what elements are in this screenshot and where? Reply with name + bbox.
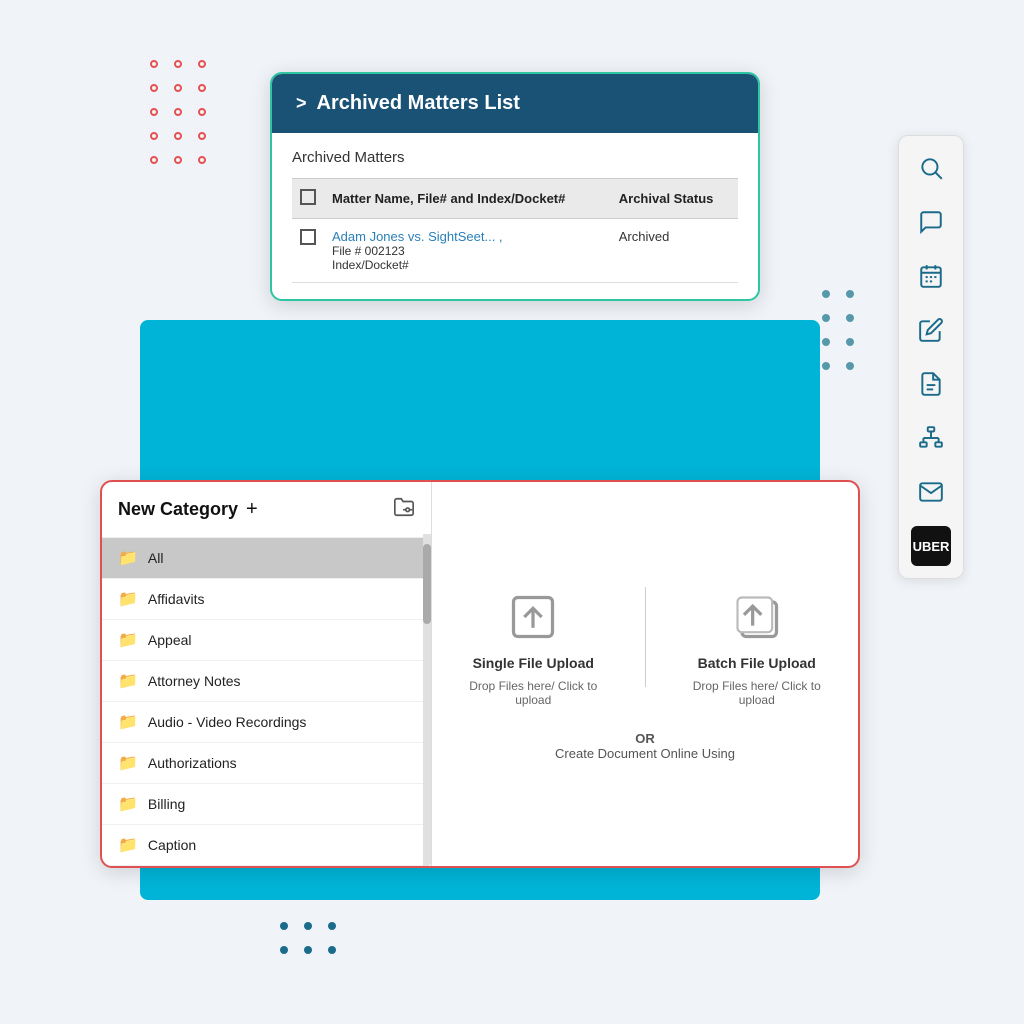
- batch-file-upload[interactable]: Batch File Upload Drop Files here/ Click…: [676, 587, 839, 707]
- category-label-all: All: [148, 550, 164, 566]
- batch-upload-label: Batch File Upload: [698, 655, 816, 671]
- matter-link[interactable]: Adam Jones vs. SightSeet... ,: [332, 229, 603, 244]
- matter-file: File # 002123: [332, 244, 603, 258]
- single-upload-icon: [503, 587, 563, 647]
- archived-matters-card: > Archived Matters List Archived Matters…: [270, 72, 760, 301]
- row-checkbox-cell: [292, 219, 324, 283]
- category-item-attorney-notes[interactable]: 📁 Attorney Notes: [102, 661, 431, 702]
- table-row: Adam Jones vs. SightSeet... , File # 002…: [292, 219, 738, 283]
- category-item-audio-video[interactable]: 📁 Audio - Video Recordings: [102, 702, 431, 743]
- category-title: New Category: [118, 499, 238, 520]
- upload-section: Single File Upload Drop Files here/ Clic…: [452, 587, 838, 707]
- batch-upload-icon: [727, 587, 787, 647]
- category-list: 📁 All 📁 Affidavits 📁 Appeal 📁 Attorney N…: [102, 538, 431, 866]
- header-checkbox[interactable]: [300, 189, 316, 205]
- folder-icon: 📁: [118, 671, 138, 691]
- category-label-affidavits: Affidavits: [148, 591, 205, 607]
- table-header-checkbox: [292, 179, 324, 219]
- category-item-appeal[interactable]: 📁 Appeal: [102, 620, 431, 661]
- row-checkbox[interactable]: [300, 229, 316, 245]
- folder-icon: 📁: [118, 548, 138, 568]
- batch-upload-sub: Drop Files here/ Click to upload: [676, 679, 839, 707]
- create-online-text: Create Document Online Using: [555, 746, 735, 761]
- col-archival-status: Archival Status: [611, 179, 738, 219]
- category-item-authorizations[interactable]: 📁 Authorizations: [102, 743, 431, 784]
- folder-icon: 📁: [118, 630, 138, 650]
- category-label-attorney-notes: Attorney Notes: [148, 673, 241, 689]
- edit-icon[interactable]: [911, 310, 951, 350]
- decorative-dot-grid-red: [150, 60, 216, 174]
- category-item-all[interactable]: 📁 All: [102, 538, 431, 579]
- document-icon[interactable]: [911, 364, 951, 404]
- category-left-panel: New Category + 📁 All 📁 Affidavits: [102, 482, 432, 866]
- right-sidebar: UBER: [898, 135, 964, 579]
- table-header-row: Matter Name, File# and Index/Docket# Arc…: [292, 179, 738, 219]
- category-label-authorizations: Authorizations: [148, 755, 237, 771]
- decorative-dot-grid-blue: [280, 922, 346, 964]
- category-item-affidavits[interactable]: 📁 Affidavits: [102, 579, 431, 620]
- chat-icon[interactable]: [911, 202, 951, 242]
- folder-icon: 📁: [118, 794, 138, 814]
- category-label-caption: Caption: [148, 837, 196, 853]
- single-upload-sub: Drop Files here/ Click to upload: [452, 679, 615, 707]
- add-category-button[interactable]: +: [246, 498, 258, 521]
- matter-docket: Index/Docket#: [332, 258, 603, 272]
- category-item-billing[interactable]: 📁 Billing: [102, 784, 431, 825]
- folder-icon: 📁: [118, 753, 138, 773]
- archived-table: Matter Name, File# and Index/Docket# Arc…: [292, 178, 738, 283]
- folder-icon: 📁: [118, 589, 138, 609]
- category-right-panel: Single File Upload Drop Files here/ Clic…: [432, 482, 858, 866]
- decorative-dot-grid-right: [822, 290, 864, 380]
- category-label-audio-video: Audio - Video Recordings: [148, 714, 307, 730]
- uber-icon[interactable]: UBER: [911, 526, 951, 566]
- scrollbar-thumb[interactable]: [423, 544, 431, 624]
- hierarchy-icon[interactable]: [911, 418, 951, 458]
- archived-card-body: Archived Matters Matter Name, File# and …: [272, 133, 758, 299]
- chevron-icon: >: [296, 93, 307, 114]
- upload-divider: [645, 587, 646, 687]
- single-upload-label: Single File Upload: [473, 655, 594, 671]
- or-section: OR Create Document Online Using: [555, 731, 735, 761]
- email-icon[interactable]: [911, 472, 951, 512]
- archived-card-title: Archived Matters List: [317, 92, 520, 115]
- or-text: OR: [555, 731, 735, 746]
- single-file-upload[interactable]: Single File Upload Drop Files here/ Clic…: [452, 587, 615, 707]
- col-matter-name: Matter Name, File# and Index/Docket#: [324, 179, 611, 219]
- uber-label: UBER: [913, 539, 950, 554]
- category-label-billing: Billing: [148, 796, 185, 812]
- category-label-appeal: Appeal: [148, 632, 192, 648]
- category-item-caption[interactable]: 📁 Caption: [102, 825, 431, 866]
- search-icon[interactable]: [911, 148, 951, 188]
- archived-section-title: Archived Matters: [292, 149, 738, 166]
- folder-icon: 📁: [118, 835, 138, 855]
- folder-config-icon[interactable]: [393, 496, 415, 523]
- category-card: New Category + 📁 All 📁 Affidavits: [100, 480, 860, 868]
- category-header: New Category +: [102, 482, 431, 538]
- scrollbar-track[interactable]: [423, 534, 431, 866]
- calendar-icon[interactable]: [911, 256, 951, 296]
- folder-icon: 📁: [118, 712, 138, 732]
- row-matter-name: Adam Jones vs. SightSeet... , File # 002…: [324, 219, 611, 283]
- archived-card-header[interactable]: > Archived Matters List: [272, 74, 758, 133]
- row-archival-status: Archived: [611, 219, 738, 283]
